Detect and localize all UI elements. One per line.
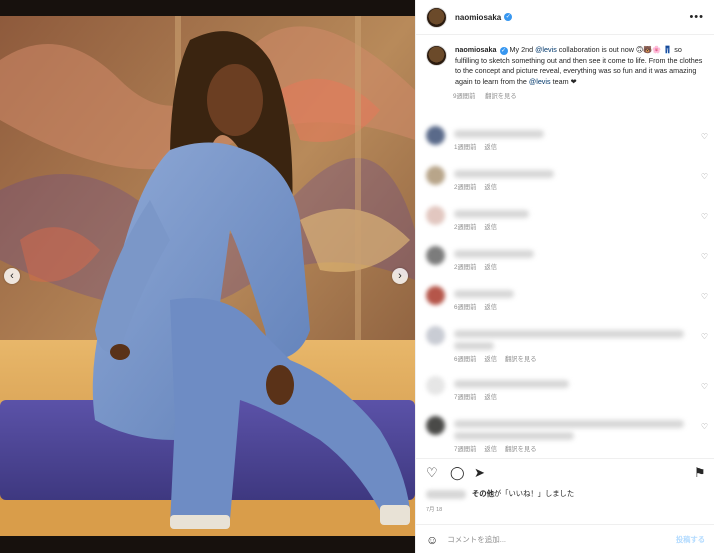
caption-avatar[interactable]: [426, 45, 447, 66]
comment-reply-link[interactable]: 返信: [484, 144, 497, 151]
comment-meta: 2週間前 返信: [454, 182, 505, 191]
comment-text-blurred: [454, 250, 534, 258]
comment-text-blurred: [454, 330, 684, 338]
previous-photo-button[interactable]: ‹: [4, 268, 20, 284]
caption-time[interactable]: 9週間前: [453, 93, 475, 100]
comment-avatar[interactable]: [426, 246, 445, 265]
comment-text-blurred-line2: [454, 432, 574, 440]
comment-text-blurred: [454, 290, 514, 298]
caption: naomiosaka ✓ My 2nd @levis collaboration …: [416, 35, 714, 87]
comment-reply-link[interactable]: 返信: [484, 356, 497, 363]
comment-time[interactable]: 2週間前: [454, 184, 476, 191]
comment-like-heart-icon[interactable]: ♡: [701, 382, 708, 391]
next-photo-button[interactable]: ›: [392, 268, 408, 284]
comment-meta: 6週間前 返信: [454, 302, 505, 311]
liker-avatars: [426, 489, 466, 499]
comment-time[interactable]: 2週間前: [454, 224, 476, 231]
comment-reply-link[interactable]: 返信: [484, 446, 497, 453]
comment-time[interactable]: 6週間前: [454, 356, 476, 363]
comment-meta: 2週間前 返信: [454, 262, 505, 271]
post-comment-button[interactable]: 投稿する: [676, 535, 705, 545]
caption-translate-link[interactable]: 翻訳を見る: [485, 93, 516, 100]
comment-bubble-icon[interactable]: ◯: [450, 465, 465, 481]
comment-like-heart-icon[interactable]: ♡: [701, 292, 708, 301]
comment-like-heart-icon[interactable]: ♡: [701, 172, 708, 181]
likes-rest-text: が「いいね！」しました: [493, 489, 575, 498]
comment-avatar[interactable]: [426, 126, 445, 145]
comment-text-blurred: [454, 420, 684, 428]
caption-username[interactable]: naomiosaka: [455, 45, 497, 54]
comment-meta: 6週間前 返信 翻訳を見る: [454, 354, 544, 363]
likes-line: その他 が「いいね！」しました: [426, 489, 574, 499]
verified-icon: ✓: [504, 13, 513, 21]
comment-avatar[interactable]: [426, 376, 445, 395]
like-heart-icon[interactable]: ♡: [426, 465, 438, 481]
comment-like-heart-icon[interactable]: ♡: [701, 332, 708, 341]
caption-mention-2[interactable]: @levis: [529, 77, 551, 86]
comment-text-blurred: [454, 210, 529, 218]
post-photo[interactable]: ‹ ›: [0, 0, 415, 553]
add-comment-bar: ☺ コメントを追加... 投稿する: [416, 524, 714, 554]
comment-meta: 2週間前 返信: [454, 222, 505, 231]
comment-translate-link[interactable]: 翻訳を見る: [505, 446, 536, 453]
comment-meta: 7週間前 返信: [454, 392, 505, 401]
comment-like-heart-icon[interactable]: ♡: [701, 252, 708, 261]
comment-reply-link[interactable]: 返信: [484, 394, 497, 401]
comment-avatar[interactable]: [426, 166, 445, 185]
emoji-icon[interactable]: ☺: [426, 533, 438, 547]
comment-reply-link[interactable]: 返信: [484, 224, 497, 231]
comment-translate-link[interactable]: 翻訳を見る: [505, 356, 536, 363]
caption-text-1: My 2nd: [507, 45, 536, 54]
comment-avatar[interactable]: [426, 206, 445, 225]
comment-text-blurred: [454, 170, 554, 178]
comment-like-heart-icon[interactable]: ♡: [701, 212, 708, 221]
comment-meta: 1週間前 返信: [454, 142, 505, 151]
header-username[interactable]: naomiosaka: [455, 13, 501, 22]
comment-avatar[interactable]: [426, 286, 445, 305]
comment-time[interactable]: 7週間前: [454, 446, 476, 453]
likes-others-link[interactable]: その他: [472, 489, 494, 499]
comment-reply-link[interactable]: 返信: [484, 184, 497, 191]
more-options-icon[interactable]: •••: [689, 11, 704, 23]
caption-text: naomiosaka ✓ My 2nd @levis collaboration …: [455, 45, 704, 87]
comment-meta: 7週間前 返信 翻訳を見る: [454, 444, 544, 453]
comment-avatar[interactable]: [426, 326, 445, 345]
avatar[interactable]: [426, 6, 447, 28]
comment-time[interactable]: 1週間前: [454, 144, 476, 151]
comment-text-blurred-line2: [454, 342, 494, 350]
caption-text-3: team ❤: [550, 76, 577, 86]
comment-time[interactable]: 6週間前: [454, 304, 476, 311]
comment-text-blurred: [454, 130, 544, 138]
comment-reply-link[interactable]: 返信: [484, 304, 497, 311]
caption-meta: 9週間前 翻訳を見る: [453, 91, 714, 100]
caption-verified-icon: ✓: [499, 47, 508, 55]
comment-input[interactable]: コメントを追加...: [447, 534, 506, 545]
comment-time[interactable]: 7週間前: [454, 394, 476, 401]
caption-mention-1[interactable]: @levis: [535, 45, 557, 54]
comment-text-blurred: [454, 380, 569, 388]
post-header: naomiosaka ✓ •••: [416, 0, 714, 35]
comment-time[interactable]: 2週間前: [454, 264, 476, 271]
comment-like-heart-icon[interactable]: ♡: [701, 422, 708, 431]
post-image: [0, 0, 415, 553]
comment-like-heart-icon[interactable]: ♡: [701, 132, 708, 141]
save-bookmark-icon[interactable]: ⚑: [694, 465, 706, 481]
instagram-post-view: ‹ › naomiosaka ✓ ••• naomiosaka ✓ My 2nd …: [0, 0, 714, 553]
post-side-panel: naomiosaka ✓ ••• naomiosaka ✓ My 2nd @lev…: [415, 0, 714, 553]
post-date: 7月 18: [426, 507, 443, 513]
comment-reply-link[interactable]: 返信: [484, 264, 497, 271]
share-send-icon[interactable]: ➤: [474, 465, 485, 481]
comment-avatar[interactable]: [426, 416, 445, 435]
